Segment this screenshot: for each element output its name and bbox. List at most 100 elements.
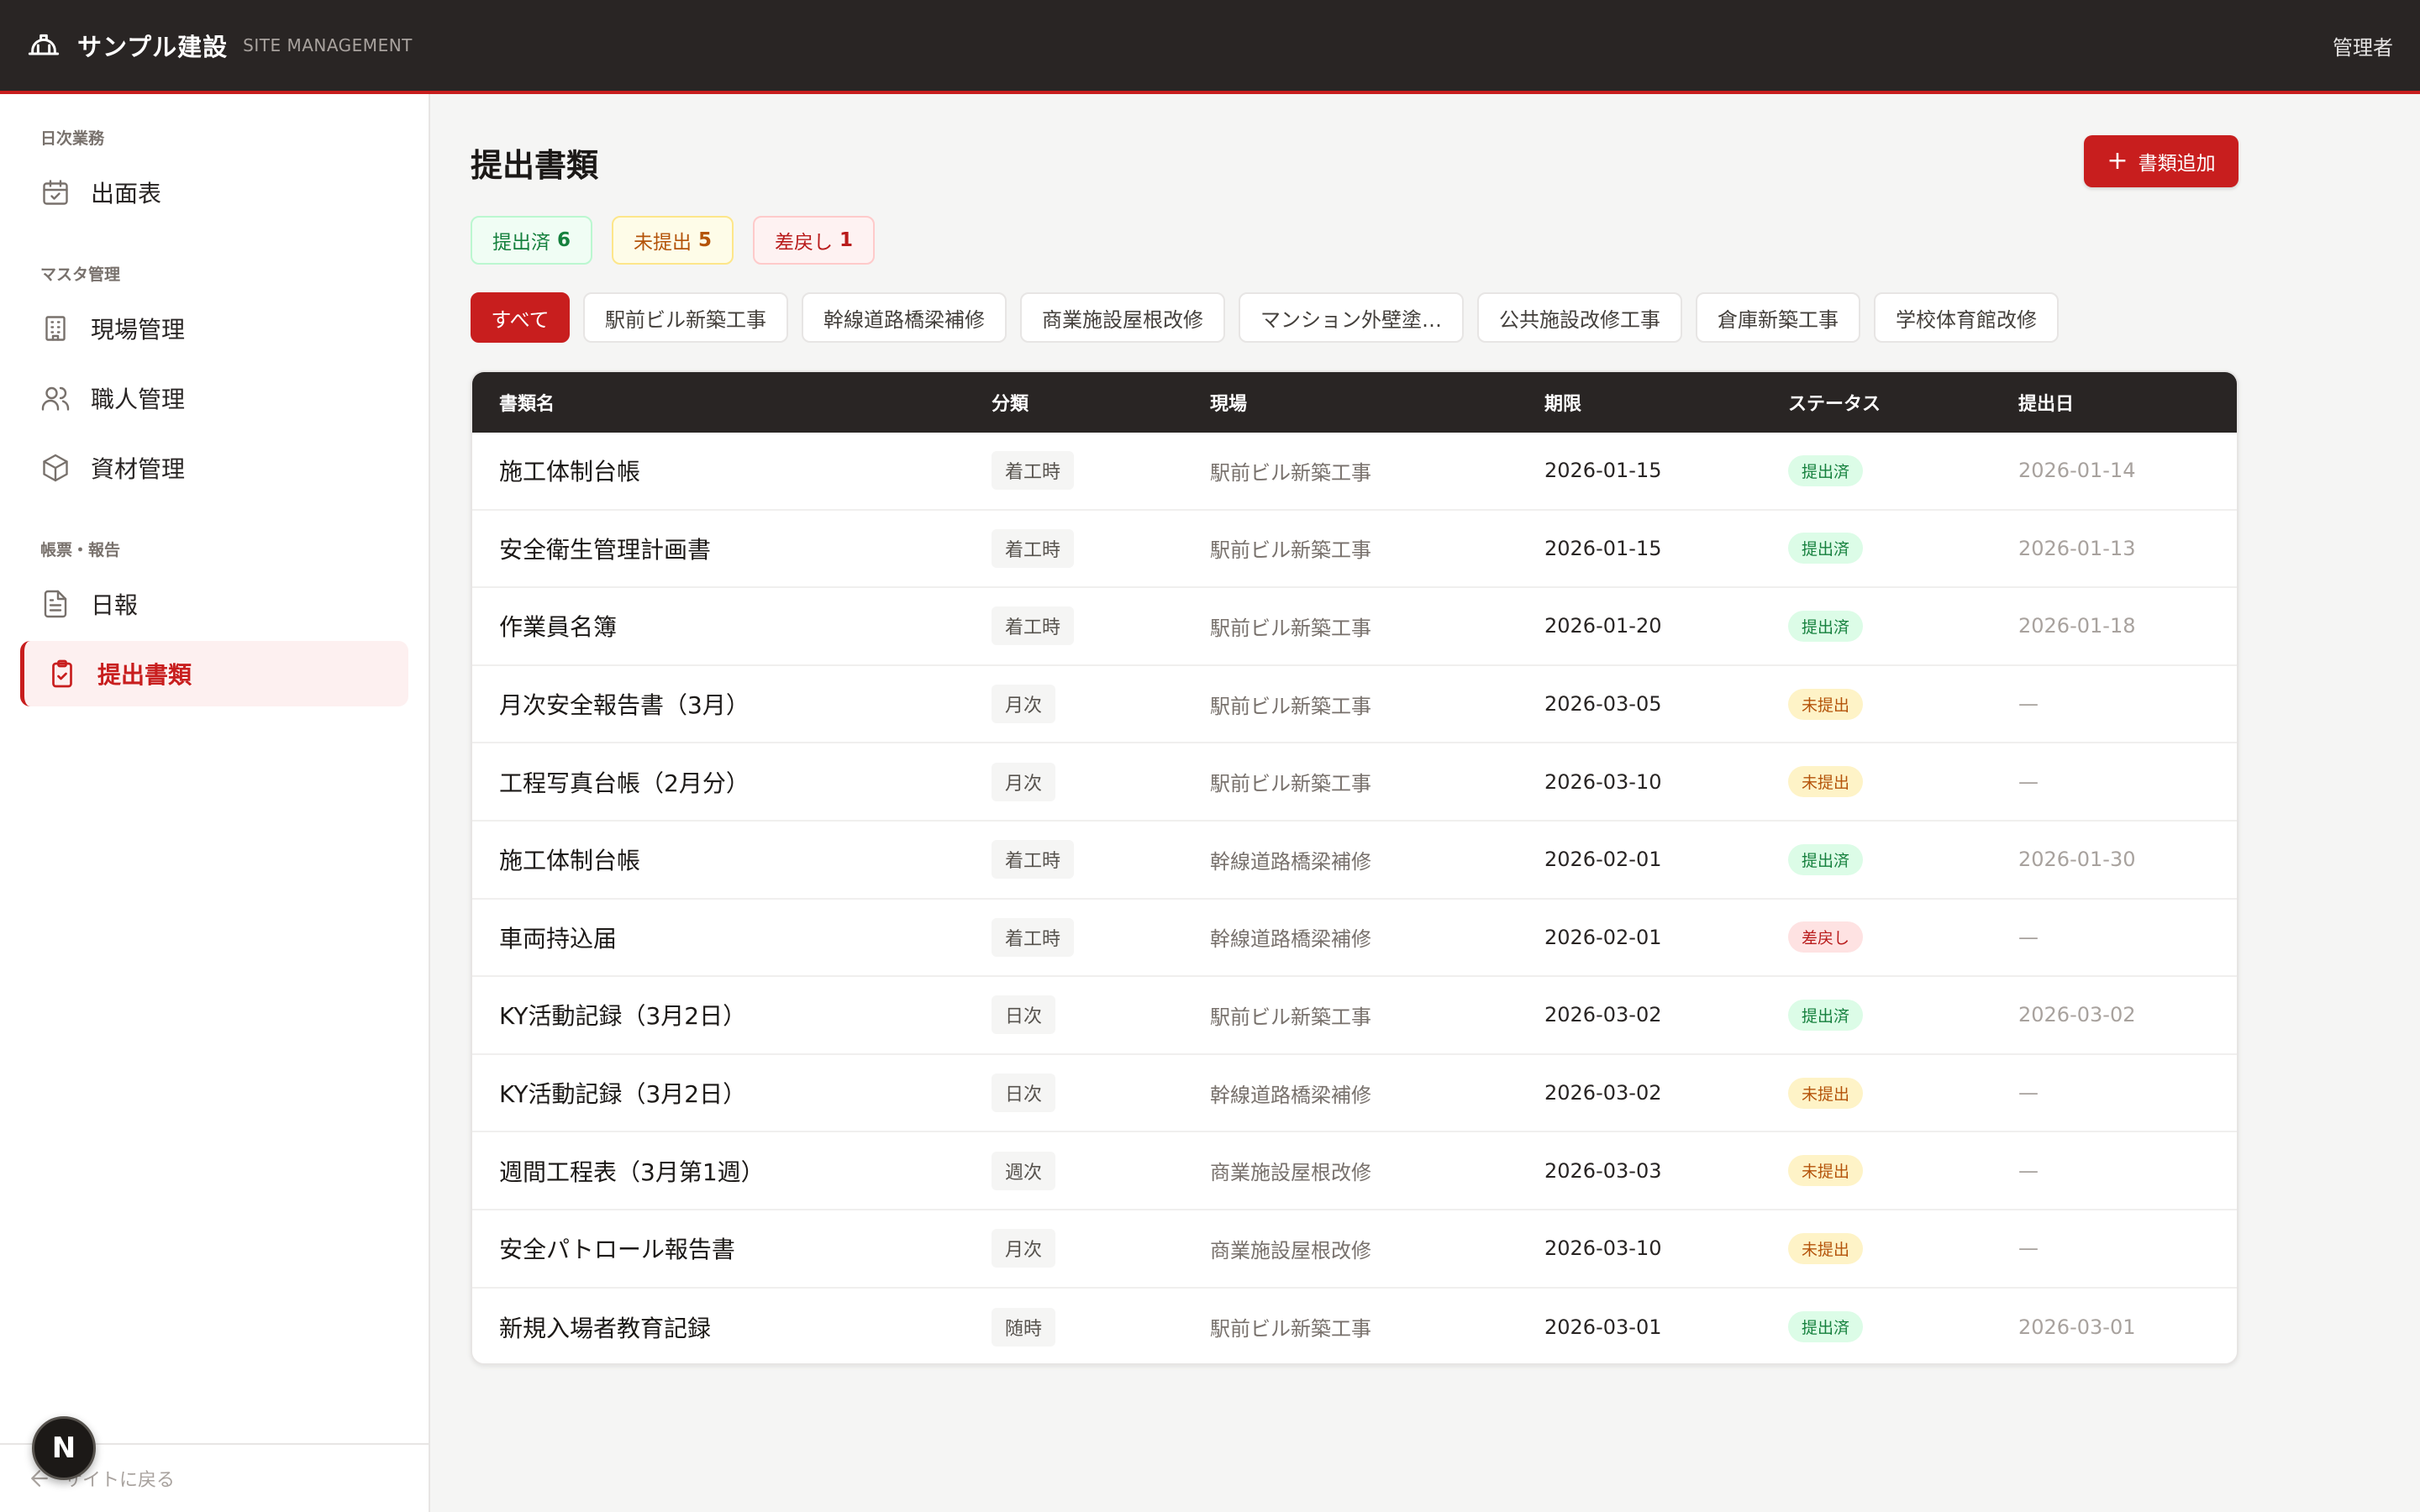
status-badge[interactable]: 未提出 (1788, 1077, 1864, 1109)
status-badge[interactable]: 提出済 (1788, 999, 1864, 1031)
status-badge[interactable]: 提出済 (1788, 843, 1864, 875)
site-name: 駅前ビル新築工事 (1210, 1317, 1371, 1341)
category-tag: 着工時 (992, 451, 1075, 491)
table-row[interactable]: 安全パトロール報告書 月次 商業施設屋根改修 2026-03-10 未提出 — (472, 1210, 2237, 1289)
table-row[interactable]: 新規入場者教育記録 随時 駅前ビル新築工事 2026-03-01 提出済 2026-03-… (472, 1289, 2237, 1363)
status-cell: 未提出 (1788, 743, 1864, 820)
filter-site[interactable]: 幹線道路橋梁補修 (802, 292, 1007, 343)
table-body: 施工体制台帳 着工時 駅前ビル新築工事 2026-01-15 提出済 2026-01-14… (472, 433, 2237, 1363)
dev-tools-badge[interactable]: N (32, 1416, 96, 1480)
stat-count: 6 (557, 229, 571, 251)
sidebar-item-label: 出面表 (91, 180, 162, 207)
sidebar-item-daily-report[interactable]: 日報 (20, 571, 408, 637)
filter-site[interactable]: 倉庫新築工事 (1696, 292, 1860, 343)
filter-site[interactable]: 商業施設屋根改修 (1020, 292, 1225, 343)
category-tag: 随時 (992, 1307, 1056, 1347)
filter-site[interactable]: 学校体育館改修 (1874, 292, 2059, 343)
table-row[interactable]: 週間工程表（3月第1週） 週次 商業施設屋根改修 2026-03-03 未提出 — (472, 1132, 2237, 1210)
add-document-button[interactable]: + 書類追加 (2084, 135, 2238, 187)
stat-label: 提出済 (492, 232, 550, 254)
document-name[interactable]: 新規入場者教育記録 (499, 1289, 711, 1363)
sidebar-section-master: マスタ管理 (40, 265, 121, 284)
document-name[interactable]: 車両持込届 (499, 900, 617, 976)
submitted-date: — (2018, 692, 2039, 717)
column-header-due[interactable]: 期限 (1544, 372, 1581, 433)
document-name[interactable]: 週間工程表（3月第1週） (499, 1132, 765, 1209)
status-badge[interactable]: 未提出 (1788, 1232, 1864, 1264)
sidebar-item-attendance[interactable]: 出面表 (20, 160, 408, 225)
documents-table: 書類名 分類 現場 期限 ステータス 提出日 施工体制台帳 着工時 駅前ビル新築工事… (471, 370, 2238, 1365)
table-row[interactable]: 施工体制台帳 着工時 駅前ビル新築工事 2026-01-15 提出済 2026-01-14 (472, 433, 2237, 511)
table-row[interactable]: KY活動記録（3月2日） 日次 幹線道路橋梁補修 2026-03-02 未提出 — (472, 1055, 2237, 1133)
due-date: 2026-03-05 (1544, 692, 1662, 717)
category-tag: 着工時 (992, 606, 1075, 646)
status-cell: 提出済 (1788, 1289, 1864, 1363)
document-name[interactable]: 安全衛生管理計画書 (499, 511, 711, 587)
filter-all[interactable]: すべて (471, 292, 570, 343)
due-date: 2026-01-15 (1544, 459, 1662, 483)
site-name: 幹線道路橋梁補修 (1210, 1083, 1371, 1107)
filter-site[interactable]: 駅前ビル新築工事 (583, 292, 788, 343)
status-badge[interactable]: 提出済 (1788, 454, 1864, 486)
users-icon (41, 386, 70, 411)
column-header-category[interactable]: 分類 (992, 372, 1028, 433)
sidebar-item-sites[interactable]: 現場管理 (20, 296, 408, 361)
sidebar-item-materials[interactable]: 資材管理 (20, 435, 408, 501)
brand-subtitle: SITE MANAGEMENT (243, 35, 413, 55)
due-date: 2026-01-15 (1544, 536, 1662, 560)
table-row[interactable]: KY活動記録（3月2日） 日次 駅前ビル新築工事 2026-03-02 提出済 2026-… (472, 977, 2237, 1055)
status-cell: 未提出 (1788, 1055, 1864, 1131)
table-row[interactable]: 作業員名簿 着工時 駅前ビル新築工事 2026-01-20 提出済 2026-01-18 (472, 588, 2237, 666)
stat-label: 差戻し (775, 232, 833, 254)
document-name[interactable]: 作業員名簿 (499, 588, 617, 664)
sidebar-item-submissions[interactable]: 提出書類 (20, 641, 408, 706)
column-header-site[interactable]: 現場 (1210, 372, 1247, 433)
status-cell: 未提出 (1788, 1132, 1864, 1209)
status-badge[interactable]: 提出済 (1788, 533, 1864, 564)
column-header-name[interactable]: 書類名 (499, 372, 555, 433)
status-badge[interactable]: 差戻し (1788, 921, 1864, 953)
category-tag: 月次 (992, 1229, 1056, 1268)
submitted-date: — (2018, 1081, 2039, 1105)
document-name[interactable]: 施工体制台帳 (499, 433, 640, 509)
status-cell: 未提出 (1788, 666, 1864, 743)
due-date: 2026-02-01 (1544, 925, 1662, 949)
plus-icon: + (2107, 146, 2128, 176)
stat-count: 5 (698, 229, 713, 251)
status-cell: 提出済 (1788, 433, 1864, 509)
category-cell: 月次 (992, 743, 1056, 820)
filter-site[interactable]: 公共施設改修工事 (1477, 292, 1682, 343)
table-row[interactable]: 施工体制台帳 着工時 幹線道路橋梁補修 2026-02-01 提出済 2026-01-30 (472, 822, 2237, 900)
status-badge[interactable]: 提出済 (1788, 1311, 1864, 1343)
filter-site[interactable]: マンション外壁塗… (1239, 292, 1464, 343)
column-header-submitted[interactable]: 提出日 (2018, 372, 2074, 433)
user-menu[interactable]: 管理者 (2333, 31, 2393, 60)
table-row[interactable]: 安全衛生管理計画書 着工時 駅前ビル新築工事 2026-01-15 提出済 2026-01… (472, 511, 2237, 589)
document-name[interactable]: 月次安全報告書（3月） (499, 666, 750, 743)
status-badge[interactable]: 未提出 (1788, 688, 1864, 720)
sidebar-item-workers[interactable]: 職人管理 (20, 365, 408, 431)
category-tag: 日次 (992, 1074, 1056, 1113)
submitted-date: — (2018, 1158, 2039, 1183)
document-name[interactable]: KY活動記録（3月2日） (499, 977, 746, 1053)
table-row[interactable]: 月次安全報告書（3月） 月次 駅前ビル新築工事 2026-03-05 未提出 — (472, 666, 2237, 744)
table-row[interactable]: 車両持込届 着工時 幹線道路橋梁補修 2026-02-01 差戻し — (472, 900, 2237, 978)
document-name[interactable]: 施工体制台帳 (499, 822, 640, 898)
brand[interactable]: サンプル建設 SITE MANAGEMENT (27, 28, 413, 63)
status-cell: 提出済 (1788, 977, 1864, 1053)
category-tag: 着工時 (992, 917, 1075, 957)
status-badge[interactable]: 未提出 (1788, 766, 1864, 798)
status-badge[interactable]: 未提出 (1788, 1155, 1864, 1187)
document-name[interactable]: KY活動記録（3月2日） (499, 1055, 746, 1131)
due-date: 2026-03-02 (1544, 1003, 1662, 1027)
submitted-date: — (2018, 769, 2039, 794)
due-date: 2026-03-03 (1544, 1158, 1662, 1183)
stat-pending: 未提出 5 (612, 216, 734, 265)
document-name[interactable]: 安全パトロール報告書 (499, 1210, 735, 1287)
column-header-status[interactable]: ステータス (1788, 372, 1881, 433)
category-cell: 日次 (992, 1055, 1056, 1131)
submitted-date: 2026-01-13 (2018, 536, 2136, 560)
table-row[interactable]: 工程写真台帳（2月分） 月次 駅前ビル新築工事 2026-03-10 未提出 — (472, 743, 2237, 822)
document-name[interactable]: 工程写真台帳（2月分） (499, 743, 750, 820)
status-badge[interactable]: 提出済 (1788, 610, 1864, 642)
